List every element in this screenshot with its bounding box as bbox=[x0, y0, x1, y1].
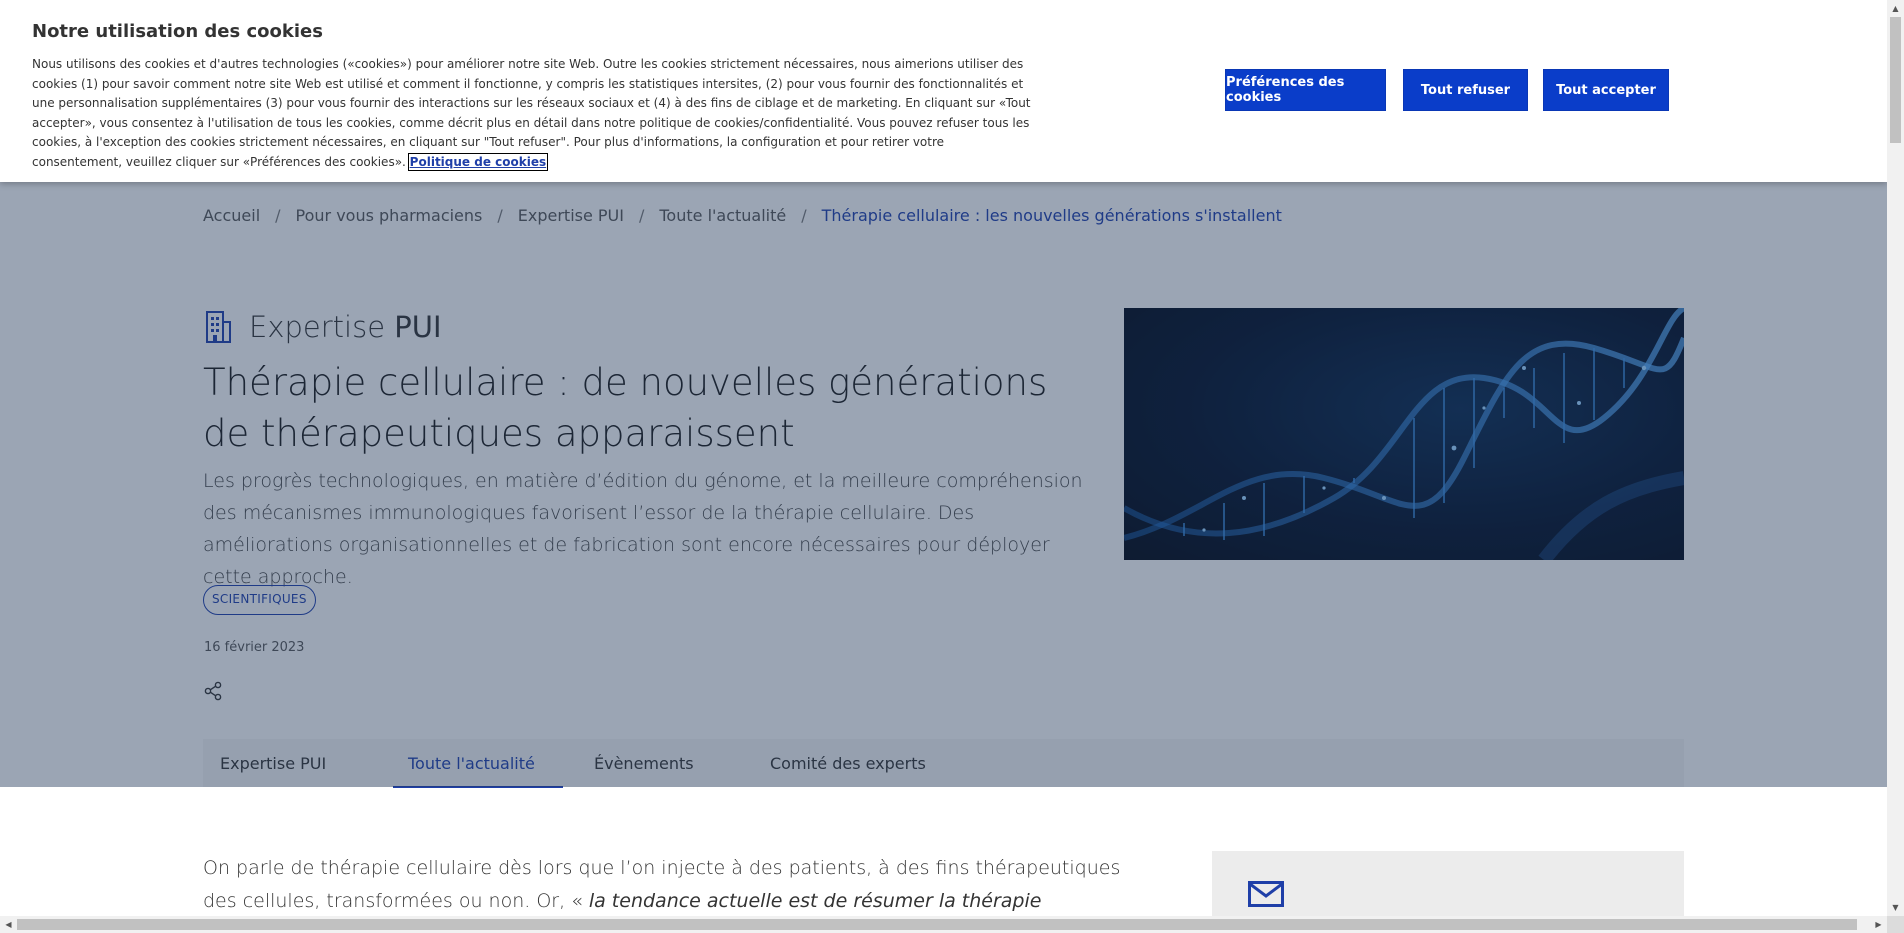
cookie-banner-text: Nous utilisons des cookies et d'autres t… bbox=[32, 57, 1031, 171]
category-tag[interactable]: SCIENTIFIQUES bbox=[203, 585, 316, 615]
section-label: Expertise PUI bbox=[203, 310, 442, 344]
cookie-banner-title: Notre utilisation des cookies bbox=[32, 21, 323, 42]
scrollbar-corner bbox=[1887, 916, 1904, 933]
scroll-down-arrow-icon[interactable]: ▼ bbox=[1887, 899, 1904, 916]
page: Accueil / Pour vous pharmaciens / Expert… bbox=[0, 0, 1887, 916]
section-title: Expertise PUI bbox=[249, 310, 442, 344]
building-icon bbox=[206, 311, 231, 343]
breadcrumb-item-home[interactable]: Accueil bbox=[203, 206, 260, 225]
tab-events[interactable]: Évènements bbox=[563, 739, 750, 787]
cookie-policy-link[interactable]: Politique de cookies bbox=[407, 152, 549, 171]
newsletter-card bbox=[1212, 851, 1684, 916]
breadcrumb-current: Thérapie cellulaire : les nouvelles géné… bbox=[821, 206, 1282, 225]
dna-illustration bbox=[1124, 308, 1684, 560]
scroll-left-arrow-icon[interactable]: ◀ bbox=[0, 916, 17, 933]
scroll-up-arrow-icon[interactable]: ▲ bbox=[1887, 0, 1904, 17]
breadcrumb-item-news[interactable]: Toute l'actualité bbox=[659, 206, 786, 225]
breadcrumb-separator: / bbox=[275, 206, 281, 225]
mail-icon bbox=[1248, 881, 1284, 907]
vertical-scrollbar[interactable]: ▲ ▼ bbox=[1887, 0, 1904, 916]
share-icon[interactable] bbox=[203, 681, 223, 701]
tab-news[interactable]: Toute l'actualité bbox=[393, 739, 563, 788]
breadcrumb-separator: / bbox=[801, 206, 807, 225]
horizontal-scroll-thumb[interactable] bbox=[17, 919, 1857, 930]
cookie-preferences-button[interactable]: Préférences des cookies bbox=[1225, 69, 1386, 111]
accept-all-button[interactable]: Tout accepter bbox=[1543, 69, 1669, 111]
tab-bar: Expertise PUI Toute l'actualité Évènemen… bbox=[203, 739, 1684, 788]
breadcrumb-separator: / bbox=[638, 206, 645, 225]
tab-experts-committee[interactable]: Comité des experts bbox=[750, 739, 950, 787]
page-title: Thérapie cellulaire : de nouvelles génér… bbox=[203, 361, 1048, 455]
vertical-scroll-thumb[interactable] bbox=[1890, 17, 1901, 143]
horizontal-scrollbar[interactable]: ◀ ▶ bbox=[0, 916, 1887, 933]
breadcrumb: Accueil / Pour vous pharmaciens / Expert… bbox=[203, 206, 1282, 225]
cookie-banner: Notre utilisation des cookies Nous utili… bbox=[0, 0, 1887, 182]
breadcrumb-item-pharmacists[interactable]: Pour vous pharmaciens bbox=[296, 206, 483, 225]
breadcrumb-separator: / bbox=[497, 206, 503, 225]
publication-date: 16 février 2023 bbox=[204, 640, 305, 655]
article-lead: Les progrès technologiques, en matière d… bbox=[203, 470, 1083, 588]
breadcrumb-item-expertise-pui[interactable]: Expertise PUI bbox=[518, 206, 624, 225]
dna-helix-graphic bbox=[1124, 308, 1684, 560]
tab-expertise-pui[interactable]: Expertise PUI bbox=[220, 739, 393, 787]
article-body: On parle de thérapie cellulaire dès lors… bbox=[203, 852, 1123, 916]
scroll-right-arrow-icon[interactable]: ▶ bbox=[1870, 916, 1887, 933]
refuse-all-button[interactable]: Tout refuser bbox=[1403, 69, 1528, 111]
section-name: PUI bbox=[394, 310, 442, 344]
